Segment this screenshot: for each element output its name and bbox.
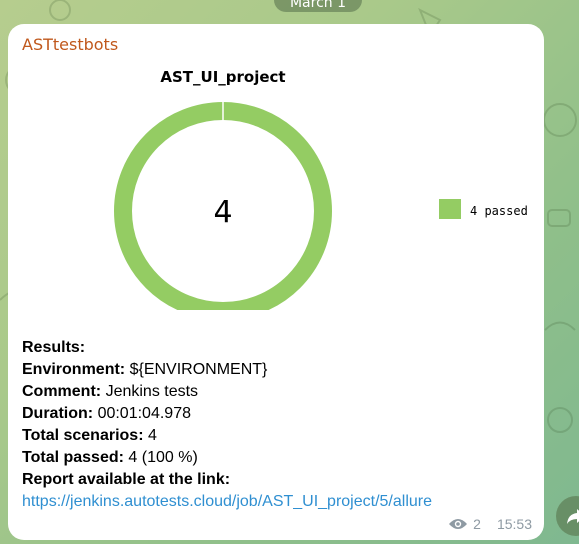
results-label: Results:: [22, 339, 86, 356]
chart-center-label: 4: [213, 195, 232, 230]
view-count: 2: [473, 516, 481, 532]
date-separator: March 1: [274, 0, 362, 12]
total-scenarios-value: 4: [147, 427, 157, 444]
message-time: 15:53: [496, 516, 532, 532]
eye-icon: [449, 519, 468, 529]
total-passed-label: Total passed:: [22, 449, 124, 466]
report-label: Report available at the link:: [22, 471, 231, 488]
duration-value: 00:01:04.978: [97, 405, 191, 422]
report-link[interactable]: https://jenkins.autotests.cloud/job/AST_…: [22, 493, 432, 510]
sender-name[interactable]: ASTtestbots: [22, 35, 118, 54]
total-scenarios-label: Total scenarios:: [22, 427, 144, 444]
share-button[interactable]: [556, 496, 579, 536]
legend-swatch: [439, 199, 461, 219]
share-arrow-icon: [567, 509, 579, 524]
message-text: Results: Environment: ${ENVIRONMENT} Com…: [22, 337, 432, 513]
environment-value: ${ENVIRONMENT}: [129, 361, 268, 378]
comment-label: Comment:: [22, 383, 102, 400]
chart-title: AST_UI_project: [160, 68, 285, 86]
comment-value: Jenkins tests: [105, 383, 199, 400]
duration-label: Duration:: [22, 405, 94, 422]
test-results-chart[interactable]: AST_UI_project 4 4 passed: [8, 60, 544, 310]
message-bubble: ASTtestbots AST_UI_project 4 4 passed Re…: [8, 24, 544, 540]
message-meta: 2 15:53: [448, 516, 532, 532]
total-passed-value: 4 (100 %): [128, 449, 198, 466]
legend-label: 4 passed: [470, 204, 528, 218]
environment-label: Environment:: [22, 361, 126, 378]
